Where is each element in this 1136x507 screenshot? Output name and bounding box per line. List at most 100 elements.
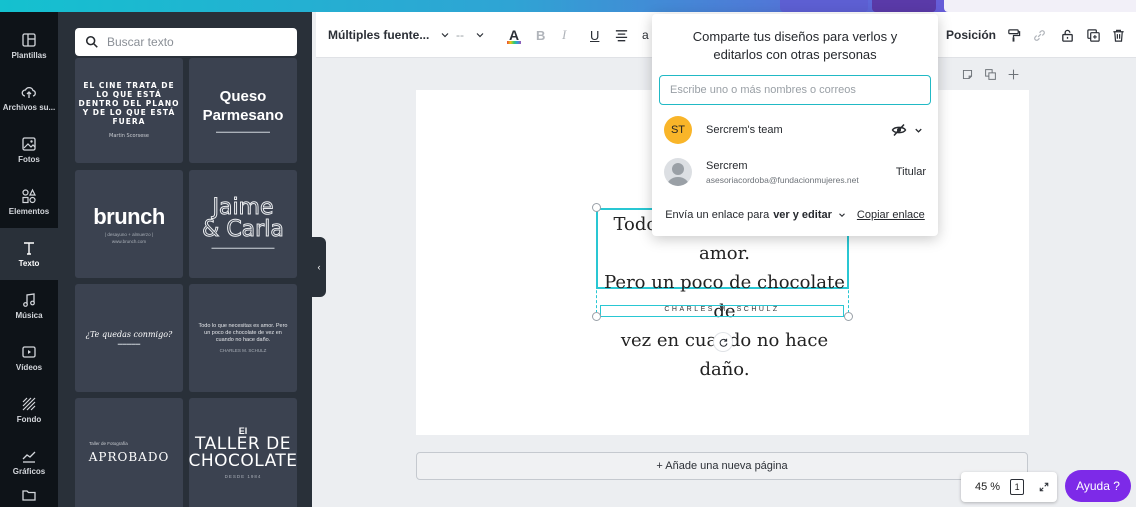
bold-button[interactable]: B — [536, 12, 545, 58]
rail-item-photos[interactable]: Fotos — [0, 124, 58, 176]
templates-icon — [22, 33, 36, 47]
copy-link-button[interactable]: Copiar enlace — [857, 209, 925, 221]
top-bar-area — [944, 0, 1136, 12]
tile-text: EL CINE TRATA DE LO QUE ESTÁ DENTRO DEL … — [79, 81, 180, 141]
quote-line: Pero un poco de chocolate de — [604, 272, 845, 322]
link-prefix: Envía un enlace para — [665, 209, 770, 221]
zoom-control: 45 % 1 — [961, 472, 1057, 502]
zoom-level[interactable]: 45 % — [975, 481, 1000, 493]
text-color-button[interactable]: A — [507, 12, 521, 58]
rail-item-elements[interactable]: Elementos — [0, 176, 58, 228]
page-tools — [961, 68, 1020, 81]
delete-button[interactable] — [1111, 12, 1126, 58]
lock-button[interactable] — [1060, 12, 1075, 58]
position-button[interactable]: Posición — [946, 12, 996, 58]
trash-icon — [1113, 29, 1124, 42]
tile-line: DENTRO DEL PLANO — [78, 98, 180, 108]
search-icon — [85, 35, 98, 48]
rail-item-background[interactable]: Fondo — [0, 384, 58, 436]
user-icon — [667, 163, 689, 186]
text-template-taller[interactable]: El TALLER DE CHOCOLATE DESDE 1984 — [189, 398, 297, 507]
duplicate-button[interactable] — [1086, 12, 1101, 58]
text-template-queso[interactable]: Queso Parmesano ▬▬▬▬▬▬▬▬▬▬▬▬ — [189, 58, 297, 163]
font-family-dropdown[interactable]: Múltiples fuente... — [328, 12, 451, 58]
share-email-input[interactable] — [659, 75, 931, 105]
rail-item-videos[interactable]: Vídeos — [0, 332, 58, 384]
rail-item-text[interactable]: Texto — [0, 228, 58, 280]
tile-subtitle: Martin Scorsese — [109, 132, 149, 139]
tile-title: Queso — [219, 87, 267, 105]
text-template-jaime[interactable]: Jaime & Carla ▬▬▬▬▬▬▬▬▬▬▬▬▬▬ — [189, 170, 297, 278]
resize-handle[interactable] — [844, 312, 853, 321]
help-button[interactable]: Ayuda ? — [1065, 470, 1131, 502]
copy-page-icon[interactable] — [984, 68, 997, 81]
rail-item-label: Plantillas — [11, 51, 47, 60]
rail-item-label: Fondo — [16, 415, 42, 424]
quote-text-element[interactable]: Todo lo que necesitas es amor. Pero un p… — [602, 210, 847, 384]
resize-handle[interactable] — [592, 203, 601, 212]
tile-subtitle: www.brunch.com — [111, 238, 147, 244]
share-title: Comparte tus diseños para verlos y edita… — [692, 29, 898, 62]
top-bar-button[interactable] — [780, 0, 868, 12]
top-bar-button[interactable] — [872, 0, 936, 12]
eye-off-icon — [891, 123, 907, 137]
underline-button[interactable]: U — [590, 12, 599, 58]
page-count-button[interactable]: 1 — [1010, 479, 1025, 495]
background-icon — [22, 397, 36, 411]
rotate-handle[interactable] — [714, 333, 732, 351]
share-member-team: ST Sercrem's team — [664, 115, 928, 145]
tile-title: CHOCOLATE — [189, 450, 297, 471]
elements-icon — [22, 188, 36, 204]
avatar: ST — [664, 116, 692, 144]
font-size-dropdown[interactable]: -- — [456, 12, 486, 58]
rail-item-charts[interactable]: Gráficos — [0, 436, 58, 488]
italic-icon: I — [562, 27, 567, 42]
paint-roller-icon — [1008, 28, 1021, 42]
font-family-label: Múltiples fuente... — [328, 28, 430, 42]
link-button[interactable] — [1032, 12, 1047, 58]
italic-button[interactable]: I — [562, 12, 566, 58]
link-mode-dropdown[interactable]: ver y editar — [773, 209, 832, 221]
tile-subtitle: Taller de Fotografía — [89, 441, 128, 446]
text-template-cine[interactable]: EL CINE TRATA DE LO QUE ESTÁ DENTRO DEL … — [75, 58, 183, 163]
rail-item-label: Texto — [18, 259, 40, 268]
tile-placeholder-lines: ▬▬▬▬▬▬▬▬▬▬▬▬ — [216, 128, 270, 134]
collapse-panel-button[interactable]: ‹ — [312, 237, 326, 297]
author-text-element[interactable]: CHARLES M. SCHULZ — [600, 306, 844, 313]
text-panel: EL CINE TRATA DE LO QUE ESTÁ DENTRO DEL … — [58, 12, 312, 507]
team-permission-dropdown[interactable] — [891, 122, 924, 138]
rail-item-uploads[interactable]: Archivos su... — [0, 72, 58, 124]
rail-item-folder[interactable] — [0, 482, 58, 507]
link-icon — [1034, 29, 1045, 41]
toolbar-partial-label: a — [642, 12, 649, 58]
add-page-icon[interactable] — [1007, 68, 1020, 81]
color-swatch-bar — [507, 40, 521, 44]
video-icon — [22, 346, 36, 358]
chart-icon — [22, 451, 36, 463]
duplicate-icon — [1087, 28, 1100, 42]
photo-icon — [22, 137, 36, 151]
chevron-down-icon[interactable] — [837, 210, 847, 220]
rail-item-label: Fotos — [18, 155, 40, 164]
rail-item-templates[interactable]: Plantillas — [0, 20, 58, 72]
tile-line: FUERA — [112, 116, 146, 126]
chevron-down-icon — [441, 33, 449, 38]
tile-title: TALLER DE — [195, 433, 291, 454]
resize-handle[interactable] — [592, 312, 601, 321]
search-input[interactable] — [107, 35, 287, 49]
rotate-icon — [719, 338, 727, 347]
paint-format-button[interactable] — [1006, 12, 1021, 58]
bold-icon: B — [536, 27, 546, 43]
text-template-aprobado[interactable]: Taller de Fotografía APROBADO — [75, 398, 183, 507]
align-button[interactable] — [614, 12, 629, 58]
search-box[interactable] — [75, 28, 297, 56]
rail-item-music[interactable]: Música — [0, 280, 58, 332]
text-template-todo[interactable]: Todo lo que necesitas es amor. Pero un p… — [189, 284, 297, 392]
text-template-brunch[interactable]: brunch | desayuno + almuerzo | www.brunc… — [75, 170, 183, 278]
tile-title: & Carla — [202, 217, 285, 242]
text-template-quedas[interactable]: ¿Te quedas conmigo? ▬▬▬▬▬ — [75, 284, 183, 392]
fullscreen-icon[interactable] — [1038, 481, 1050, 493]
add-page-button[interactable]: + Añade una nueva página — [416, 452, 1028, 480]
tile-title: APROBADO — [88, 450, 170, 464]
page-note-icon[interactable] — [961, 68, 974, 81]
